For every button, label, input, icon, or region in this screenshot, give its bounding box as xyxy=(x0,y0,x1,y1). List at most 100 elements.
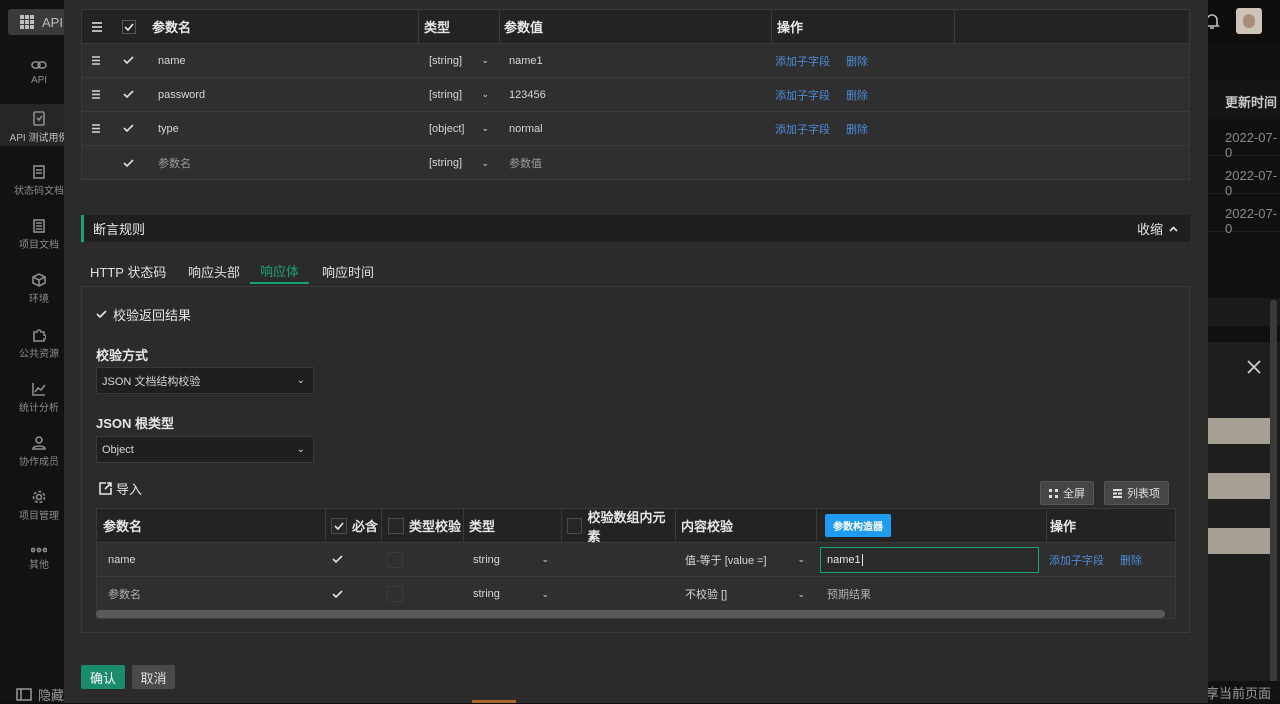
type-select[interactable]: [string] ⌄ xyxy=(429,44,489,77)
add-child-field-link[interactable]: 添加子字段 xyxy=(775,78,830,111)
import-label: 导入 xyxy=(116,482,143,497)
assert-rules-header: 断言规则 收缩 xyxy=(81,215,1190,242)
add-child-field-link[interactable]: 添加子字段 xyxy=(775,44,830,77)
hide-sidebar-button[interactable]: 隐藏 xyxy=(16,685,64,704)
header-type: 类型 xyxy=(418,10,502,43)
table-row: password [string] ⌄ 123456 添加子字段 删除 xyxy=(82,78,1189,112)
sidebar-item-label: 公共资源 xyxy=(19,349,59,360)
tab-response-headers[interactable]: 响应头部 xyxy=(188,258,240,284)
list-items-label: 列表项 xyxy=(1127,488,1160,500)
content-check-select[interactable]: 不校验 [] ⌄ xyxy=(685,577,805,611)
header-divider xyxy=(954,10,955,43)
app-switcher-label: API xyxy=(42,14,63,30)
type-check-checkbox[interactable] xyxy=(387,543,403,576)
required-checkbox[interactable] xyxy=(332,543,343,576)
row-checkbox[interactable] xyxy=(123,78,134,111)
avatar[interactable] xyxy=(1236,8,1262,34)
params-table-header: 参数名 类型 参数值 操作 xyxy=(82,10,1189,44)
param-name[interactable]: password xyxy=(158,78,205,111)
required-header[interactable]: 必含 xyxy=(325,509,381,542)
chevron-down-icon: ⌄ xyxy=(296,375,305,386)
header-operations: 操作 xyxy=(1046,509,1076,542)
drag-all-icon[interactable] xyxy=(91,10,103,43)
page-scrollbar[interactable] xyxy=(1270,300,1277,686)
array-check-header[interactable]: 校验数组内元素 xyxy=(561,509,675,544)
header-type: 类型 xyxy=(463,509,561,542)
row-checkbox[interactable] xyxy=(123,146,134,180)
delete-link[interactable]: 删除 xyxy=(846,78,868,111)
header-content-check: 内容校验 xyxy=(675,509,816,542)
delete-link[interactable]: 删除 xyxy=(846,44,868,77)
delete-link[interactable]: 删除 xyxy=(1120,543,1142,576)
type-check-header[interactable]: 类型校验 xyxy=(381,509,463,542)
type-check-checkbox[interactable] xyxy=(387,577,403,611)
add-child-field-link[interactable]: 添加子字段 xyxy=(775,112,830,145)
type-select[interactable]: string ⌄ xyxy=(473,543,549,576)
fullscreen-button[interactable]: 全屏 xyxy=(1040,481,1094,505)
confirm-button[interactable]: 确认 xyxy=(81,665,125,689)
expected-value-input[interactable]: name1 xyxy=(820,547,1039,573)
sidebar-item-label: 项目管理 xyxy=(19,511,59,522)
drag-handle-icon[interactable] xyxy=(91,44,101,77)
add-child-field-link[interactable]: 添加子字段 xyxy=(1049,543,1104,576)
param-name-placeholder[interactable]: 参数名 xyxy=(158,146,191,180)
chart-icon xyxy=(32,383,46,396)
root-type-label: JSON 根类型 xyxy=(96,416,175,431)
content-check-select[interactable]: 值-等于 [value =] ⌄ xyxy=(685,543,805,576)
new-param-row: 参数名 [string] ⌄ 参数值 xyxy=(82,146,1189,180)
header-operations: 操作 xyxy=(771,10,954,43)
expected-value-placeholder[interactable]: 预期结果 xyxy=(827,577,871,611)
type-check-label: 类型校验 xyxy=(409,519,462,534)
tab-response-time[interactable]: 响应时间 xyxy=(322,258,374,284)
required-checkbox[interactable] xyxy=(331,517,347,534)
type-select[interactable]: [string] ⌄ xyxy=(429,146,489,180)
list-items-button[interactable]: 列表项 xyxy=(1104,481,1169,505)
chevron-up-icon xyxy=(1169,225,1178,232)
param-builder-tooltip[interactable]: 参数构造器 xyxy=(825,514,891,537)
assert-param-name-placeholder[interactable]: 参数名 xyxy=(108,577,141,611)
type-select[interactable]: string ⌄ xyxy=(473,577,549,611)
param-value[interactable]: normal xyxy=(509,112,543,145)
expected-value-field[interactable]: name1 xyxy=(820,547,1039,573)
close-icon[interactable] xyxy=(1247,360,1261,374)
collapse-toggle[interactable]: 收缩 xyxy=(1137,219,1178,238)
verify-result-checkbox[interactable]: 校验返回结果 xyxy=(96,305,191,324)
drag-handle-icon[interactable] xyxy=(91,78,101,111)
import-button[interactable]: 导入 xyxy=(99,479,142,498)
param-value[interactable]: 123456 xyxy=(509,78,546,111)
more-icon xyxy=(31,547,47,553)
array-check-checkbox[interactable] xyxy=(567,517,583,534)
row-checkbox[interactable] xyxy=(123,112,134,145)
chevron-down-icon: ⌄ xyxy=(481,89,489,99)
drag-handle-icon[interactable] xyxy=(91,112,101,145)
tab-response-body[interactable]: 响应体 xyxy=(250,258,309,284)
param-name[interactable]: name xyxy=(158,44,186,77)
text-cursor xyxy=(861,554,863,566)
table-horizontal-scrollbar[interactable] xyxy=(96,610,1165,618)
share-page-link[interactable]: 享当前页面 xyxy=(1206,683,1271,702)
table-row: 参数名 string ⌄ 不校验 [] ⌄ 预期结果 xyxy=(97,577,1175,611)
type-check-checkbox[interactable] xyxy=(388,517,404,534)
param-value-placeholder[interactable]: 参数值 xyxy=(509,146,542,180)
chevron-down-icon: ⌄ xyxy=(797,554,805,564)
row-checkbox[interactable] xyxy=(123,44,134,77)
import-icon xyxy=(99,482,112,495)
cancel-button[interactable]: 取消 xyxy=(132,665,175,689)
cube-icon xyxy=(32,273,46,287)
method-select[interactable]: JSON 文档结构校验 ⌄ xyxy=(96,367,314,394)
table-row: name string ⌄ 值-等于 [value =] ⌄ name1 添加子字段… xyxy=(97,543,1175,577)
type-select[interactable]: [string] ⌄ xyxy=(429,78,489,111)
link-icon xyxy=(31,61,47,69)
assert-param-name[interactable]: name xyxy=(108,543,136,576)
delete-link[interactable]: 删除 xyxy=(846,112,868,145)
date-cell: 2022-07-0 xyxy=(1208,194,1280,236)
background-band xyxy=(1208,473,1276,499)
param-value[interactable]: name1 xyxy=(509,44,543,77)
type-select[interactable]: [object] ⌄ xyxy=(429,112,489,145)
param-name[interactable]: type xyxy=(158,112,179,145)
select-all-checkbox[interactable] xyxy=(122,10,136,43)
tab-http-status[interactable]: HTTP 状态码 xyxy=(90,258,166,284)
required-checkbox[interactable] xyxy=(332,577,343,611)
root-type-select[interactable]: Object ⌄ xyxy=(96,436,314,463)
content-check-value: 不校验 [] xyxy=(685,589,728,601)
